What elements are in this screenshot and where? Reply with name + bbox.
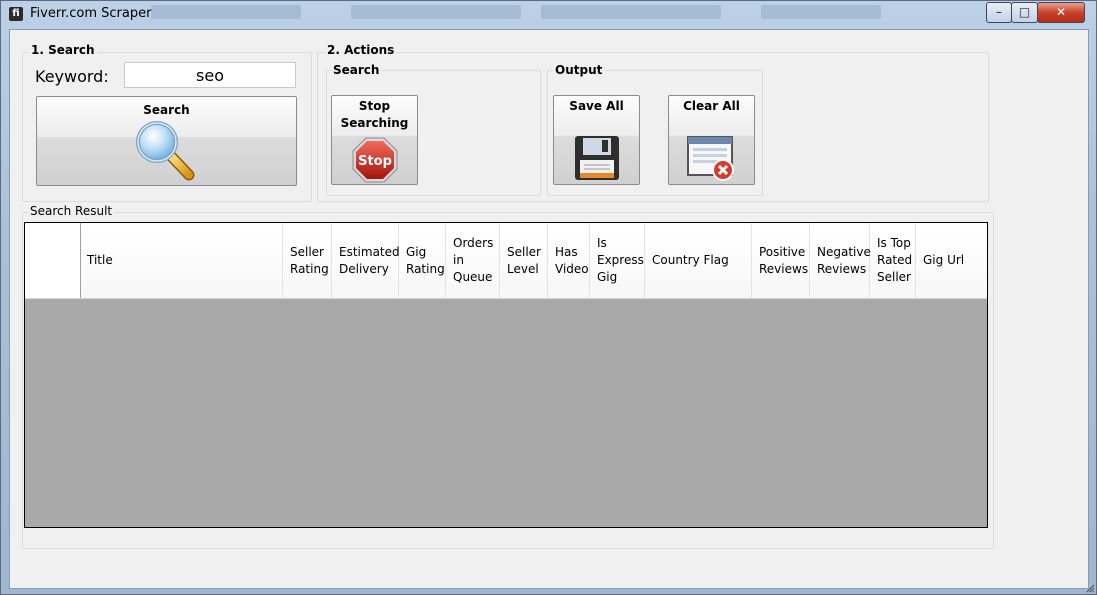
col-estimated-delivery[interactable]: Estimated Delivery <box>332 223 400 298</box>
background-taskbar-ghost <box>141 3 921 21</box>
actions-group-label: 2. Actions <box>325 43 397 57</box>
search-group-label: 1. Search <box>29 43 97 57</box>
grid-header: Title Seller Rating Estimated Delivery G… <box>25 223 987 299</box>
col-has-video[interactable]: Has Video <box>548 223 590 298</box>
result-group-label: Search Result <box>28 204 115 218</box>
ghost-tab <box>151 5 301 19</box>
search-button-label: Search <box>143 103 190 117</box>
keyword-label: Keyword: <box>35 67 109 86</box>
keyword-input[interactable] <box>124 62 296 88</box>
client-area: 1. Search Keyword: Search <box>9 29 1089 589</box>
window-title: Fiverr.com Scraper <box>30 6 152 21</box>
maximize-button[interactable]: □ <box>1011 2 1038 23</box>
magnifier-icon <box>136 121 195 181</box>
clear-window-icon <box>687 136 734 181</box>
app-icon: fi <box>9 7 23 21</box>
save-all-label: Save All <box>569 99 624 113</box>
col-is-express-gig[interactable]: Is Express Gig <box>590 223 645 298</box>
col-is-top-rated-seller[interactable]: Is Top Rated Seller <box>870 223 916 298</box>
col-orders-in-queue[interactable]: Orders in Queue <box>446 223 500 298</box>
stop-sign-icon: Stop <box>352 137 398 183</box>
clear-all-button[interactable]: Clear All <box>668 95 755 185</box>
ghost-tab <box>541 5 721 19</box>
title-bar[interactable]: fi Fiverr.com Scraper – □ ✕ <box>1 1 1096 29</box>
stop-sign-text: Stop <box>358 154 392 169</box>
col-gig-rating[interactable]: Gig Rating <box>399 223 446 298</box>
clear-all-label: Clear All <box>683 99 740 113</box>
actions-output-label: Output <box>553 63 605 77</box>
close-button[interactable]: ✕ <box>1037 2 1085 23</box>
col-country-flag[interactable]: Country Flag <box>645 223 752 298</box>
col-title[interactable]: Title <box>80 223 283 298</box>
col-negative-reviews[interactable]: Negative Reviews <box>810 223 871 298</box>
save-all-button[interactable]: Save All <box>553 95 640 185</box>
col-seller-level[interactable]: Seller Level <box>500 223 548 298</box>
ghost-tab <box>761 5 881 19</box>
ghost-tab <box>351 5 521 19</box>
stop-searching-button[interactable]: Stop Searching Stop <box>331 95 418 185</box>
search-button[interactable]: Search <box>36 96 297 186</box>
col-gig-url[interactable]: Gig Url <box>916 223 987 298</box>
floppy-disk-icon <box>575 136 619 180</box>
col-positive-reviews[interactable]: Positive Reviews <box>752 223 810 298</box>
resize-grip-icon[interactable] <box>1085 583 1095 593</box>
results-grid[interactable]: Title Seller Rating Estimated Delivery G… <box>24 222 988 528</box>
app-window: fi Fiverr.com Scraper – □ ✕ 1. Search Ke… <box>0 0 1097 595</box>
minimize-button[interactable]: – <box>986 2 1012 23</box>
col-seller-rating[interactable]: Seller Rating <box>283 223 332 298</box>
stop-searching-label: Stop Searching <box>340 99 409 130</box>
actions-search-label: Search <box>331 63 382 77</box>
row-header-corner[interactable] <box>25 223 81 298</box>
